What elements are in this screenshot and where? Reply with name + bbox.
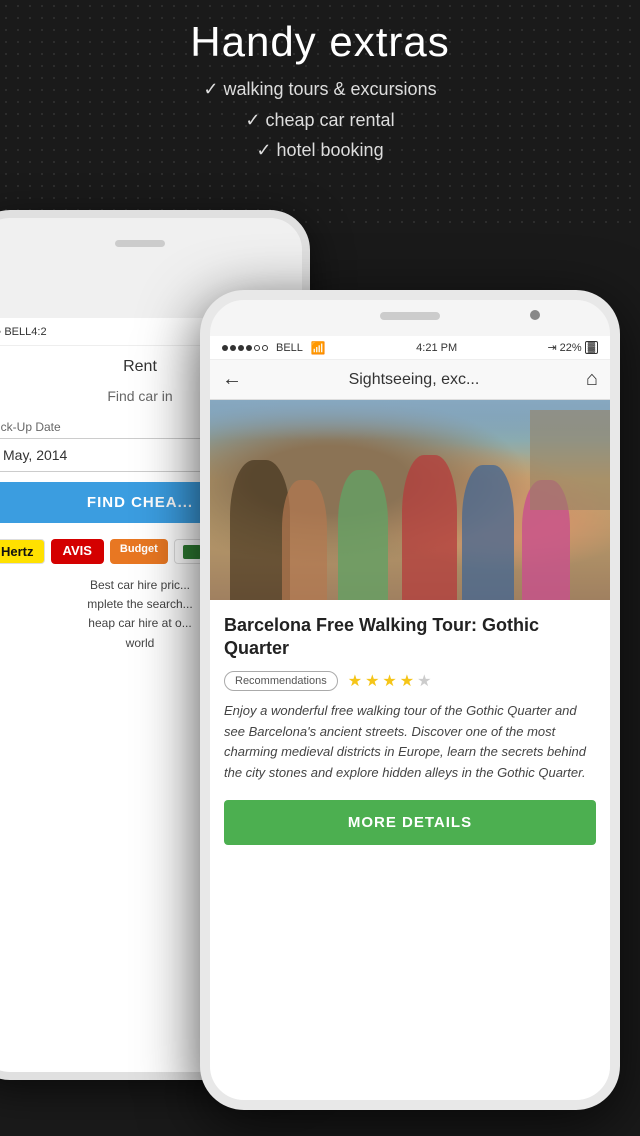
front-status-bar: BELL 📶 4:21 PM ⇥ 22% ▓ [210, 336, 610, 360]
carrier-text: ○○ BELL [0, 326, 31, 338]
battery-text: 22% [560, 342, 582, 354]
national-green-icon [183, 545, 201, 559]
front-speaker [380, 312, 440, 320]
phone-back-top [0, 218, 302, 268]
dot-4 [246, 345, 252, 351]
nav-title: Sightseeing, exc... [349, 371, 480, 389]
person-1 [230, 460, 290, 600]
tag-row: Recommendations ★ ★ ★ ★ ★ [224, 671, 596, 691]
more-details-button[interactable]: MORE DETAILS [224, 800, 596, 845]
status-time: 4:21 PM [416, 342, 457, 354]
battery-icon: ▓ [585, 341, 598, 354]
feature-2: ✓ cheap car rental [0, 105, 640, 136]
tour-image [210, 400, 610, 600]
recommendations-tag: Recommendations [224, 671, 338, 691]
dot-2 [230, 345, 236, 351]
bluetooth-icon: ⇥ [547, 341, 556, 354]
tour-description: Enjoy a wonderful free walking tour of t… [224, 701, 596, 784]
person-4 [402, 455, 457, 600]
front-camera [530, 310, 540, 320]
phone-back-speaker [115, 240, 165, 247]
back-button[interactable]: ← [222, 368, 242, 391]
time-text: 4:2 [31, 326, 46, 338]
dot-3 [238, 345, 244, 351]
star-4: ★ [400, 671, 414, 691]
star-rating: ★ ★ ★ ★ ★ [348, 671, 432, 691]
home-icon[interactable]: ⌂ [586, 368, 598, 391]
status-right: ⇥ 22% ▓ [547, 341, 598, 354]
dot-5 [254, 345, 260, 351]
star-1: ★ [348, 671, 362, 691]
person-5 [462, 465, 514, 600]
star-5: ★ [417, 671, 431, 691]
front-nav-bar: ← Sightseeing, exc... ⌂ [210, 360, 610, 400]
header-title: Handy extras [0, 18, 640, 66]
front-content: Barcelona Free Walking Tour: Gothic Quar… [210, 600, 610, 859]
feature-3: ✓ hotel booking [0, 135, 640, 166]
phone-front: BELL 📶 4:21 PM ⇥ 22% ▓ ← Sightseeing, ex… [200, 290, 620, 1110]
wifi-icon: 📶 [311, 341, 326, 355]
dot-6 [262, 345, 268, 351]
phone-front-screen: BELL 📶 4:21 PM ⇥ 22% ▓ ← Sightseeing, ex… [210, 336, 610, 1100]
star-2: ★ [365, 671, 379, 691]
hertz-logo: Hertz [0, 539, 45, 564]
feature-1: ✓ walking tours & excursions [0, 74, 640, 105]
dot-1 [222, 345, 228, 351]
tour-title: Barcelona Free Walking Tour: Gothic Quar… [224, 614, 596, 661]
budget-logo: Budget [110, 539, 168, 564]
signal-dots [222, 345, 268, 351]
person-2 [282, 480, 327, 600]
building [530, 410, 610, 510]
header-features: ✓ walking tours & excursions ✓ cheap car… [0, 74, 640, 166]
status-left: BELL 📶 [222, 341, 326, 355]
star-3: ★ [382, 671, 396, 691]
person-3 [338, 470, 388, 600]
carrier-label: BELL [276, 342, 303, 354]
header-section: Handy extras ✓ walking tours & excursion… [0, 18, 640, 166]
avis-logo: AVIS [51, 539, 104, 564]
